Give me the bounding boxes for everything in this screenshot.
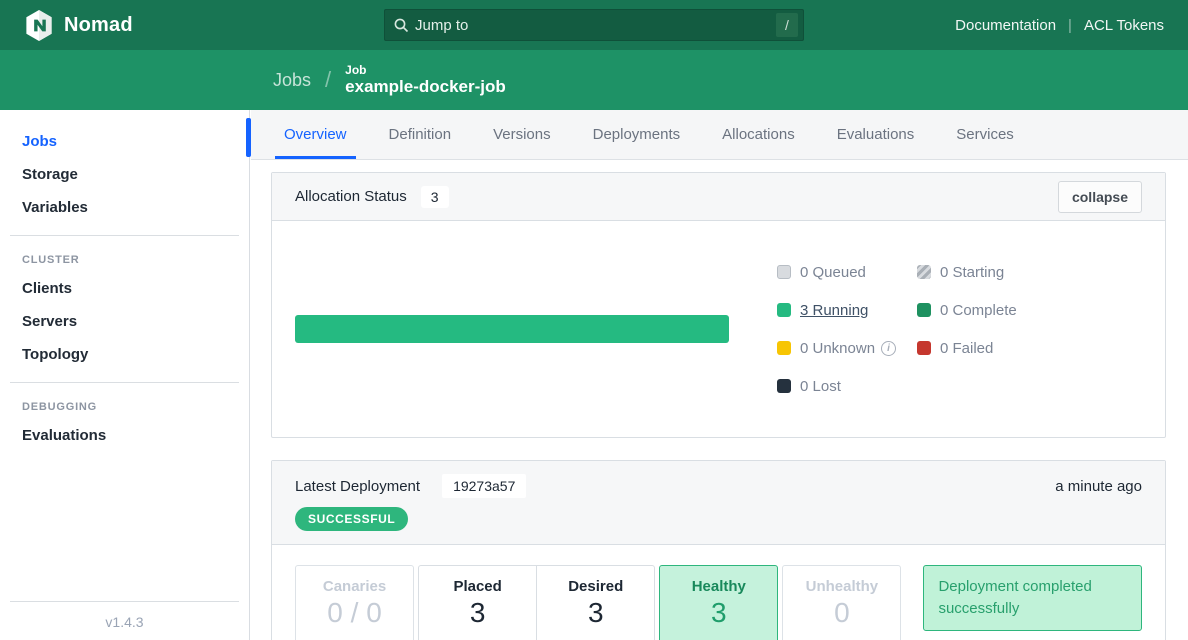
- main-content: Overview Definition Versions Deployments…: [251, 110, 1188, 640]
- info-icon[interactable]: i: [881, 341, 896, 356]
- sidebar-section-cluster: CLUSTER: [0, 247, 249, 272]
- failed-swatch-icon: [917, 341, 931, 355]
- tab-versions[interactable]: Versions: [484, 110, 560, 159]
- breadcrumb-separator: /: [325, 67, 331, 93]
- sidebar-section-debugging: DEBUGGING: [0, 394, 249, 419]
- breadcrumb-jobs-link[interactable]: Jobs: [273, 70, 311, 91]
- nomad-logo-icon: [24, 9, 54, 42]
- tab-evaluations[interactable]: Evaluations: [828, 110, 924, 159]
- legend-lost: 0 Lost: [777, 378, 917, 395]
- sidebar-item-servers[interactable]: Servers: [0, 305, 249, 338]
- placed-metric: Placed 3: [419, 566, 536, 640]
- canaries-metric: Canaries 0 / 0: [295, 565, 414, 640]
- healthy-metric: Healthy 3: [659, 565, 778, 640]
- deployment-timestamp: a minute ago: [1055, 478, 1142, 495]
- legend-complete: 0 Complete: [917, 302, 1087, 319]
- deployment-status-badge: SUCCESSFUL: [295, 507, 408, 531]
- unknown-swatch-icon: [777, 341, 791, 355]
- sidebar-item-variables[interactable]: Variables: [0, 191, 249, 224]
- deployment-id-badge: 19273a57: [442, 474, 526, 498]
- complete-swatch-icon: [917, 303, 931, 317]
- brand-name: Nomad: [64, 14, 133, 37]
- allocation-count-badge: 3: [421, 186, 449, 208]
- sidebar: Jobs Storage Variables CLUSTER Clients S…: [0, 110, 250, 640]
- breadcrumb-current-job[interactable]: Job example-docker-job: [345, 63, 506, 98]
- desired-metric: Desired 3: [536, 566, 654, 640]
- sidebar-item-topology[interactable]: Topology: [0, 338, 249, 371]
- nomad-brand[interactable]: Nomad: [24, 9, 133, 42]
- sidebar-item-storage[interactable]: Storage: [0, 158, 249, 191]
- search-input[interactable]: [415, 17, 795, 34]
- running-allocations-bar[interactable]: [295, 315, 729, 343]
- legend-starting: 0 Starting: [917, 264, 1087, 281]
- page-title: example-docker-job: [345, 77, 506, 97]
- running-swatch-icon: [777, 303, 791, 317]
- starting-swatch-icon: [917, 265, 931, 279]
- collapse-button[interactable]: collapse: [1058, 181, 1142, 213]
- tab-definition[interactable]: Definition: [380, 110, 461, 159]
- allocation-status-title: Allocation Status: [295, 188, 407, 205]
- top-links-separator: |: [1068, 17, 1072, 34]
- allocation-status-chart: [295, 315, 729, 343]
- tab-services[interactable]: Services: [947, 110, 1023, 159]
- sidebar-item-evaluations[interactable]: Evaluations: [0, 419, 249, 452]
- jump-to-search[interactable]: /: [384, 9, 804, 41]
- unhealthy-metric: Unhealthy 0: [782, 565, 901, 640]
- allocation-status-panel: Allocation Status 3 collapse 0 Queued 0 …: [271, 172, 1166, 438]
- breadcrumb: Jobs / Job example-docker-job: [0, 50, 1188, 110]
- sidebar-item-jobs[interactable]: Jobs: [0, 125, 249, 158]
- latest-deployment-panel: Latest Deployment 19273a57 a minute ago …: [271, 460, 1166, 640]
- scrollbar-thumb[interactable]: [246, 118, 251, 157]
- running-allocations-link[interactable]: 3 Running: [800, 302, 868, 319]
- allocation-legend: 0 Queued 0 Starting 3 Running 0 Complete: [777, 264, 1087, 395]
- acl-tokens-link[interactable]: ACL Tokens: [1084, 17, 1164, 34]
- tab-overview[interactable]: Overview: [275, 110, 356, 159]
- tab-deployments[interactable]: Deployments: [584, 110, 690, 159]
- job-tabbar: Overview Definition Versions Deployments…: [251, 110, 1188, 160]
- version-label: v1.4.3: [10, 601, 239, 640]
- slash-shortcut-key: /: [776, 13, 798, 37]
- deployment-message: Deployment completed successfully: [923, 565, 1142, 631]
- breadcrumb-type-label: Job: [345, 63, 506, 77]
- documentation-link[interactable]: Documentation: [955, 17, 1056, 34]
- lost-swatch-icon: [777, 379, 791, 393]
- sidebar-divider: [10, 235, 239, 236]
- placed-desired-group: Placed 3 Desired 3: [418, 565, 655, 640]
- legend-unknown: 0 Unknown i: [777, 340, 917, 357]
- search-icon: [393, 17, 409, 33]
- top-nav-bar: Nomad / Documentation | ACL Tokens: [0, 0, 1188, 50]
- legend-running: 3 Running: [777, 302, 917, 319]
- sidebar-divider: [10, 382, 239, 383]
- legend-queued: 0 Queued: [777, 264, 917, 281]
- queued-swatch-icon: [777, 265, 791, 279]
- sidebar-item-clients[interactable]: Clients: [0, 272, 249, 305]
- legend-failed: 0 Failed: [917, 340, 1087, 357]
- tab-allocations[interactable]: Allocations: [713, 110, 804, 159]
- latest-deployment-title: Latest Deployment: [295, 478, 420, 495]
